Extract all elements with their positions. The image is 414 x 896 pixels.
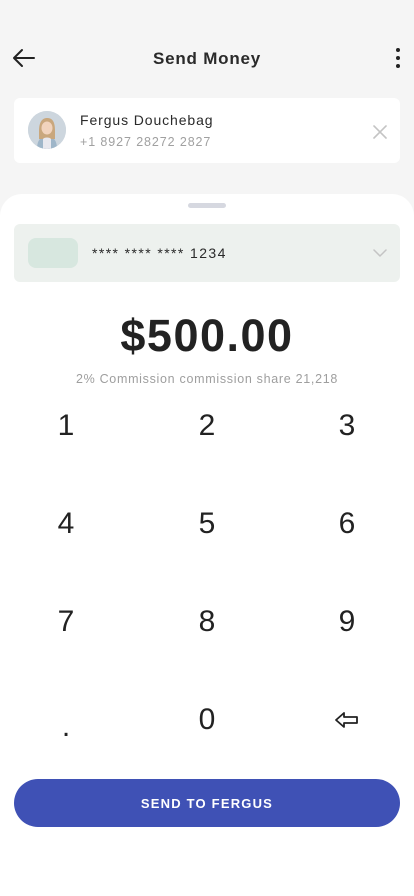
more-vertical-icon (396, 48, 400, 68)
key-0[interactable]: 0 (157, 680, 257, 760)
key-1[interactable]: 1 (16, 386, 116, 466)
backspace-icon (335, 712, 358, 728)
remove-recipient-button[interactable] (372, 124, 388, 140)
chevron-down-icon (372, 246, 388, 260)
recipient-name: Fergus Douchebag (80, 112, 214, 128)
key-4[interactable]: 4 (16, 484, 116, 564)
key-7[interactable]: 7 (16, 582, 116, 662)
avatar (28, 111, 66, 149)
commission-text: 2% Commission commission share 21,218 (75, 372, 339, 386)
sheet-drag-handle[interactable] (188, 203, 226, 208)
key-5[interactable]: 5 (157, 484, 257, 564)
more-options-button[interactable] (392, 46, 404, 70)
amount-display: $500.00 (120, 310, 294, 361)
card-thumbnail (28, 238, 78, 268)
key-3[interactable]: 3 (297, 386, 397, 466)
card-selector[interactable]: **** **** **** 1234 (14, 224, 400, 282)
recipient-phone: +1 8927 28272 2827 (80, 135, 212, 149)
key-8[interactable]: 8 (157, 582, 257, 662)
key-2[interactable]: 2 (157, 386, 257, 466)
recipient-card[interactable]: Fergus Douchebag +1 8927 28272 2827 (14, 98, 400, 163)
key-6[interactable]: 6 (297, 484, 397, 564)
close-icon (373, 125, 387, 139)
card-number: **** **** **** 1234 (92, 245, 227, 261)
backspace-key[interactable] (297, 680, 397, 760)
key-decimal[interactable]: . (16, 680, 116, 760)
key-9[interactable]: 9 (297, 582, 397, 662)
page-title: Send Money (152, 49, 262, 68)
send-button[interactable]: SEND TO FERGUS (14, 779, 400, 827)
